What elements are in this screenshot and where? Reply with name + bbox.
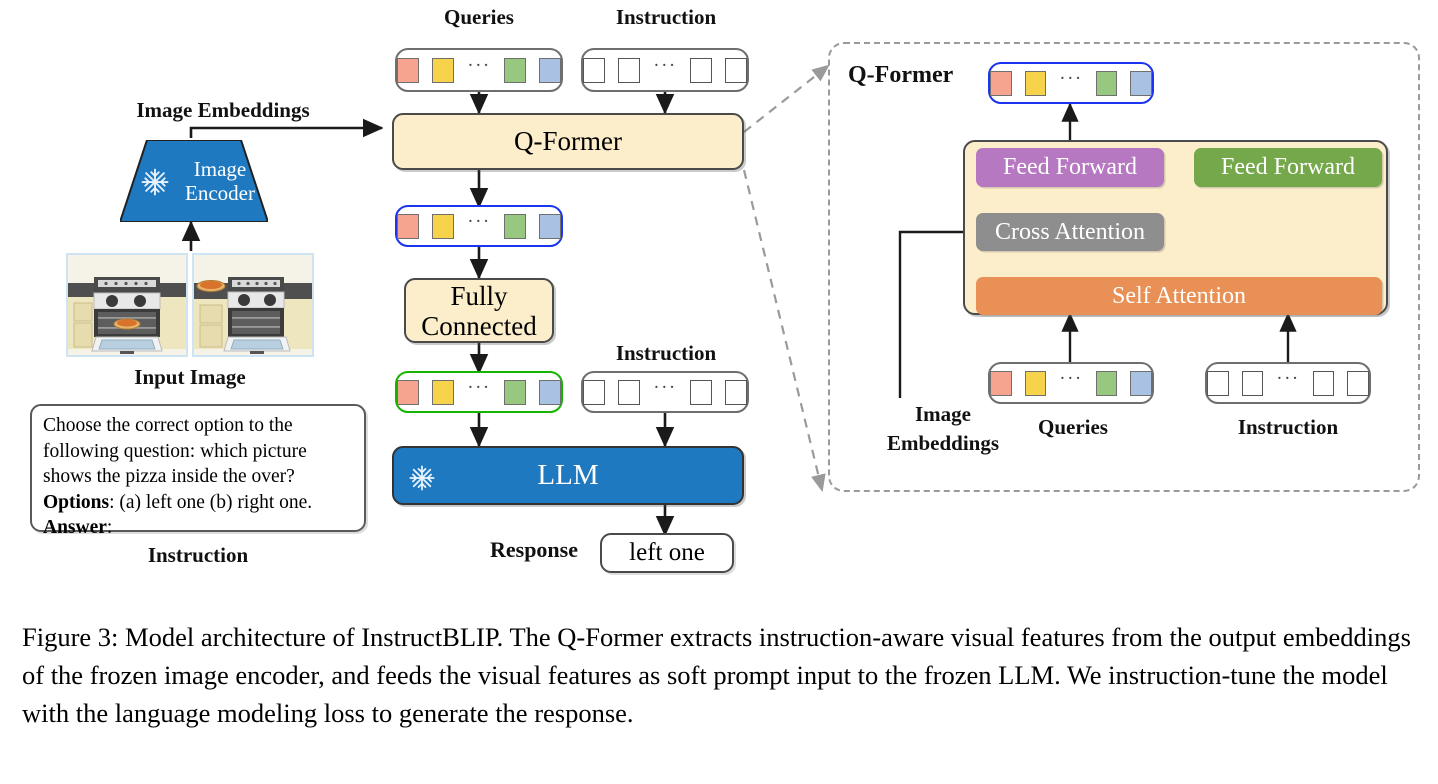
instruction-text-box[interactable]: Choose the correct option to the followi… (30, 404, 366, 538)
output-token-1 (397, 213, 420, 239)
instruction-mid-token-2 (618, 379, 641, 405)
instruction-token-2 (618, 57, 641, 83)
output-token-4 (538, 213, 561, 239)
response-box[interactable]: left one (600, 533, 734, 573)
soft-prompt-token-strip[interactable]: ··· (395, 371, 563, 413)
q-former-block[interactable]: Q-Former (392, 113, 744, 170)
query-token-2 (432, 57, 455, 83)
instruction-answer-key: Answer (43, 517, 107, 538)
image-encoder-label-line2: Encoder (185, 181, 255, 205)
response-label: Response (489, 537, 578, 562)
soft-prompt-token-4 (538, 379, 561, 405)
oven-with-pizza-on-counter-illustration (194, 255, 312, 355)
instruction-options-line: Options: (a) left one (b) right one. (43, 490, 354, 516)
llm-label: LLM (537, 459, 599, 491)
instruction-line-3: shows the pizza inside the over? (43, 466, 295, 487)
ellipsis: ··· (1276, 368, 1300, 389)
detail-output-token-strip[interactable]: ··· (988, 62, 1154, 104)
query-token-3 (503, 57, 526, 83)
instruction-line-2: following question: which picture (43, 440, 307, 462)
qformer-output-token-strip[interactable]: ··· (395, 205, 563, 247)
snowflake-icon (409, 465, 435, 491)
image-encoder-label-line1: Image (193, 157, 247, 181)
instruction-answer-value: : (106, 517, 113, 538)
feed-forward-left-label: Feed Forward (1003, 154, 1137, 180)
detail-output-token-2 (1024, 70, 1047, 96)
queries-token-strip[interactable]: ··· (395, 48, 563, 92)
instruction-token-strip-top[interactable]: ··· (581, 48, 749, 92)
instruction-mid-token-3 (689, 379, 712, 405)
self-attention-label: Self Attention (1112, 282, 1246, 309)
query-token-1 (397, 57, 420, 83)
detail-query-token-2 (1024, 370, 1047, 396)
instruction-caption-label: Instruction (147, 543, 249, 567)
detail-q-former-title: Q-Former (848, 62, 954, 88)
detail-instruction-label: Instruction (1237, 415, 1339, 439)
oven-with-pizza-inside-illustration (68, 255, 186, 355)
feed-forward-right-label: Feed Forward (1221, 154, 1355, 180)
detail-output-token-3 (1095, 70, 1118, 96)
response-value: left one (629, 539, 705, 566)
instruction-token-3 (689, 57, 712, 83)
figure-caption: Figure 3: Model architecture of Instruct… (22, 622, 1411, 728)
instruction-token-strip-mid[interactable]: ··· (581, 371, 749, 413)
detail-instruction-token-4 (1347, 370, 1369, 396)
instruction-label-top: Instruction (615, 5, 717, 29)
input-image-label: Input Image (134, 365, 246, 389)
cross-attention-block[interactable]: Cross Attention (976, 213, 1164, 251)
feed-forward-left-block[interactable]: Feed Forward (976, 148, 1164, 187)
output-token-2 (432, 213, 455, 239)
instruction-token-4 (724, 57, 747, 83)
detail-instruction-token-2 (1241, 370, 1264, 396)
llm-block[interactable]: LLM (392, 446, 744, 505)
q-former-label: Q-Former (514, 126, 622, 156)
ellipsis: ··· (653, 55, 677, 76)
snowflake-icon (141, 168, 169, 196)
detail-query-token-4 (1130, 370, 1152, 396)
fully-connected-line1: Fully (450, 280, 508, 311)
detail-instruction-token-strip[interactable]: ··· (1205, 362, 1371, 404)
soft-prompt-token-2 (432, 379, 455, 405)
fully-connected-block[interactable]: Fully Connected (404, 278, 554, 343)
detail-output-token-1 (990, 70, 1012, 96)
feed-forward-right-block[interactable]: Feed Forward (1194, 148, 1382, 187)
input-image-left[interactable] (66, 253, 188, 357)
output-token-3 (503, 213, 526, 239)
instruction-mid-token-1 (583, 379, 606, 405)
ellipsis: ··· (467, 55, 491, 76)
detail-query-token-3 (1095, 370, 1118, 396)
ellipsis: ··· (653, 377, 677, 398)
fully-connected-line2: Connected (421, 310, 537, 341)
ellipsis: ··· (467, 211, 491, 232)
image-embeddings-label: Image Embeddings (136, 98, 310, 122)
detail-queries-label: Queries (1038, 415, 1108, 439)
detail-query-token-1 (990, 370, 1012, 396)
queries-label: Queries (444, 5, 514, 29)
instruction-token-1 (583, 57, 606, 83)
detail-queries-token-strip[interactable]: ··· (988, 362, 1154, 404)
detail-instruction-token-1 (1207, 370, 1229, 396)
cross-attention-label: Cross Attention (994, 218, 1145, 245)
soft-prompt-token-3 (503, 379, 526, 405)
image-encoder-block[interactable]: Image Encoder (118, 139, 270, 223)
instruction-options-key: Options (43, 491, 110, 513)
instruction-answer-line: Answer: (43, 515, 354, 541)
instruction-line-1: Choose the correct option to the (43, 415, 293, 436)
soft-prompt-token-1 (397, 379, 420, 405)
instruction-label-mid: Instruction (615, 341, 717, 365)
self-attention-block[interactable]: Self Attention (976, 277, 1382, 315)
ellipsis: ··· (1059, 368, 1083, 389)
detail-instruction-token-3 (1312, 370, 1335, 396)
instruction-mid-token-4 (724, 379, 747, 405)
detail-output-token-4 (1130, 70, 1152, 96)
ellipsis: ··· (467, 377, 491, 398)
instruction-options-value: : (a) left one (b) right one. (109, 491, 313, 513)
input-image-right[interactable] (192, 253, 314, 357)
ellipsis: ··· (1059, 68, 1083, 89)
query-token-4 (538, 57, 561, 83)
